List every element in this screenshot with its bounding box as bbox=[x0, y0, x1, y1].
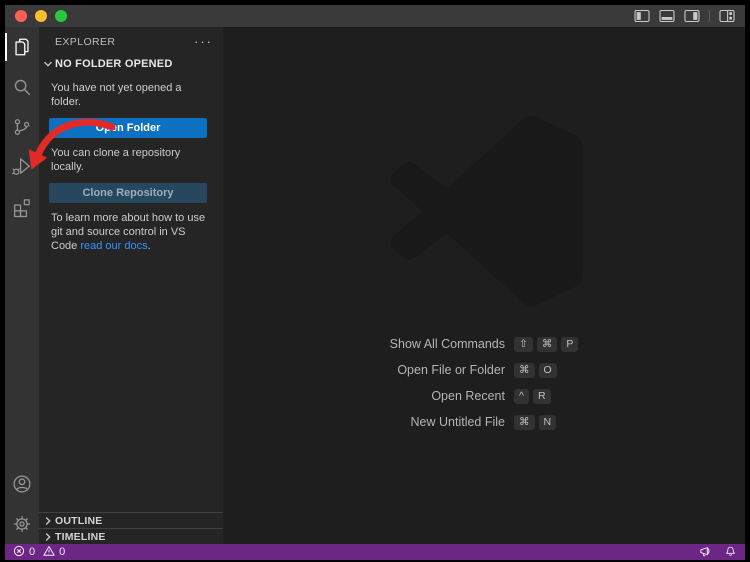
shortcut-hint-row: New Untitled File ⌘N bbox=[223, 414, 745, 430]
git-docs-note: To learn more about how to use git and s… bbox=[39, 203, 223, 253]
no-folder-text: You have not yet opened a folder. bbox=[39, 73, 223, 109]
keycap: R bbox=[533, 389, 551, 404]
shortcut-keys: ^R bbox=[514, 389, 551, 404]
sidebar-bottom-sections: OUTLINE TIMELINE bbox=[39, 512, 223, 544]
section-title: NO FOLDER OPENED bbox=[55, 58, 173, 70]
settings-gear-icon[interactable] bbox=[5, 504, 39, 544]
warning-icon bbox=[43, 545, 55, 560]
editor-area: Show All Commands ⇧⌘P Open File or Folde… bbox=[223, 27, 745, 544]
problems-status[interactable]: 0 0 bbox=[13, 545, 69, 560]
zoom-window-button[interactable] bbox=[55, 10, 67, 22]
source-control-icon[interactable] bbox=[5, 107, 39, 147]
shortcut-label: Show All Commands bbox=[223, 337, 505, 351]
section-no-folder-opened[interactable]: NO FOLDER OPENED bbox=[39, 53, 223, 73]
shortcut-label: New Untitled File bbox=[223, 415, 505, 429]
keycap: ⇧ bbox=[514, 337, 533, 352]
keycap: P bbox=[561, 337, 578, 352]
notifications-bell-icon[interactable] bbox=[724, 544, 737, 560]
keycap: ⌘ bbox=[537, 337, 558, 352]
keycap: ⌘ bbox=[514, 363, 535, 378]
titlebar-separator bbox=[709, 10, 710, 22]
activity-bar-spacer bbox=[5, 227, 39, 464]
explorer-sidebar: EXPLORER ··· NO FOLDER OPENED You have n… bbox=[39, 27, 223, 544]
minimize-window-button[interactable] bbox=[35, 10, 47, 22]
toggle-secondary-sidebar-icon[interactable] bbox=[684, 9, 700, 23]
read-our-docs-link[interactable]: read our docs bbox=[80, 240, 147, 252]
error-count: 0 bbox=[29, 546, 35, 558]
shortcut-hint-row: Show All Commands ⇧ ⌘P bbox=[223, 336, 745, 352]
clone-text: You can clone a repository locally. bbox=[39, 138, 223, 174]
customize-layout-icon[interactable] bbox=[719, 9, 735, 23]
status-bar-right bbox=[699, 544, 737, 560]
keycap: O bbox=[539, 363, 557, 378]
sidebar-title-row: EXPLORER ··· bbox=[39, 27, 223, 53]
explorer-icon[interactable] bbox=[5, 27, 39, 67]
accounts-icon[interactable] bbox=[5, 464, 39, 504]
section-timeline[interactable]: TIMELINE bbox=[39, 528, 223, 544]
shortcut-keys: ⌘O bbox=[514, 363, 557, 378]
search-icon[interactable] bbox=[5, 67, 39, 107]
status-bar: 0 0 bbox=[5, 544, 745, 560]
chevron-down-icon bbox=[43, 60, 53, 68]
vscode-window: EXPLORER ··· NO FOLDER OPENED You have n… bbox=[5, 5, 745, 560]
keycap: ⌘ bbox=[514, 415, 535, 430]
run-and-debug-icon[interactable] bbox=[5, 147, 39, 187]
extensions-icon[interactable] bbox=[5, 187, 39, 227]
sidebar-title: EXPLORER bbox=[55, 36, 115, 48]
shortcut-label: Open File or Folder bbox=[223, 363, 505, 377]
keycap: ^ bbox=[514, 389, 529, 404]
toggle-panel-icon[interactable] bbox=[659, 9, 675, 23]
more-actions-icon[interactable]: ··· bbox=[194, 34, 213, 49]
chevron-right-icon bbox=[44, 532, 52, 542]
titlebar-layout-controls bbox=[634, 9, 745, 23]
feedback-icon[interactable] bbox=[699, 545, 712, 560]
shortcut-keys: ⇧ ⌘P bbox=[514, 337, 578, 352]
shortcut-keys: ⌘N bbox=[514, 415, 556, 430]
section-outline[interactable]: OUTLINE bbox=[39, 512, 223, 528]
error-icon bbox=[13, 545, 25, 560]
close-window-button[interactable] bbox=[15, 10, 27, 22]
main-area: EXPLORER ··· NO FOLDER OPENED You have n… bbox=[5, 27, 745, 544]
traffic-lights bbox=[5, 10, 67, 22]
git-note-period: . bbox=[148, 240, 151, 252]
keycap: N bbox=[539, 415, 557, 430]
outline-label: OUTLINE bbox=[55, 515, 102, 527]
shortcut-label: Open Recent bbox=[223, 389, 505, 403]
vscode-logo-watermark bbox=[391, 115, 583, 307]
shortcut-hint-row: Open File or Folder ⌘O bbox=[223, 362, 745, 378]
editor-shortcut-hints: Show All Commands ⇧⌘P Open File or Folde… bbox=[223, 336, 745, 440]
timeline-label: TIMELINE bbox=[55, 531, 106, 543]
warning-count: 0 bbox=[59, 546, 65, 558]
chevron-right-icon bbox=[44, 516, 52, 526]
clone-repository-button[interactable]: Clone Repository bbox=[49, 183, 207, 203]
screenshot-frame: EXPLORER ··· NO FOLDER OPENED You have n… bbox=[0, 0, 750, 562]
toggle-primary-sidebar-icon[interactable] bbox=[634, 9, 650, 23]
open-folder-button[interactable]: Open Folder bbox=[49, 118, 207, 138]
shortcut-hint-row: Open Recent ^R bbox=[223, 388, 745, 404]
activity-bar bbox=[5, 27, 39, 544]
titlebar bbox=[5, 5, 745, 27]
